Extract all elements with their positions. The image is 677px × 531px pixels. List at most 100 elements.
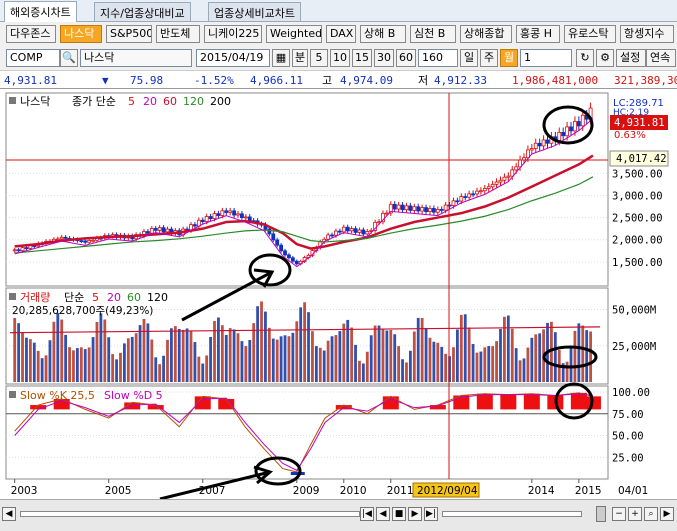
first-icon[interactable]: |◀ — [360, 507, 374, 521]
btn-60min[interactable]: 60 — [396, 49, 416, 67]
volume-bar — [491, 346, 495, 382]
btn-month[interactable]: 월 — [500, 49, 518, 67]
candle-body — [345, 226, 350, 232]
tab-index-compare[interactable]: 지수/업종상대비교 — [94, 2, 191, 21]
volume-bar — [217, 317, 220, 382]
volume-bar — [130, 336, 134, 382]
date-input[interactable]: 2015/04/19 — [196, 49, 270, 67]
scroll-right-icon[interactable]: ▶ — [660, 507, 674, 521]
btn-hongkong-h[interactable]: 홍콩 H — [516, 25, 560, 43]
stop-icon[interactable]: ■ — [392, 507, 406, 521]
ma-label: 종가 단순 — [72, 95, 116, 108]
volume-bar — [64, 334, 68, 382]
btn-weighted[interactable]: Weighted — [266, 25, 322, 43]
btn-sp500[interactable]: S&P500 — [106, 25, 152, 43]
zoom-handle[interactable] — [596, 506, 606, 522]
candle-body — [475, 190, 479, 195]
btn-semiconductor[interactable]: 반도체 — [156, 25, 200, 43]
btn-shanghai-composite[interactable]: 상해종합 — [460, 25, 512, 43]
zoom-track[interactable] — [442, 511, 582, 517]
volume-bar — [428, 337, 432, 382]
volume-bar — [201, 363, 205, 382]
scroll-track[interactable] — [20, 511, 360, 517]
ma-20: 20 — [143, 95, 157, 108]
btn-5min[interactable]: 5 — [310, 49, 328, 67]
volume-bar — [83, 349, 87, 382]
btn-10min[interactable]: 10 — [330, 49, 350, 67]
overbought-fill — [382, 396, 399, 410]
candle-body — [482, 188, 487, 192]
candle-body — [361, 229, 366, 235]
tab-sector-compare[interactable]: 업종상세비교차트 — [208, 2, 301, 21]
refresh-icon[interactable]: ↻ — [576, 49, 594, 67]
btn-day[interactable]: 일 — [460, 49, 478, 67]
candle-body — [443, 204, 448, 211]
candle-body — [494, 181, 499, 185]
candle-body — [204, 216, 209, 222]
vol-ma-20: 20 — [107, 291, 121, 304]
btn-minute[interactable]: 분 — [292, 49, 308, 67]
search-icon[interactable]: 🔍 — [60, 49, 78, 67]
settings-button[interactable]: 설정 — [616, 49, 646, 67]
step-input[interactable]: 1 — [520, 49, 572, 67]
candle-body — [55, 238, 60, 241]
count-input[interactable]: 160 — [418, 49, 458, 67]
btn-hangseng[interactable]: 항셍지수 — [620, 25, 674, 43]
next-icon[interactable]: ▶ — [408, 507, 422, 521]
high-label: 고 — [322, 74, 333, 87]
code-select[interactable]: COMP — [6, 49, 60, 67]
volume-bar — [330, 336, 334, 382]
volume-bar — [103, 319, 107, 382]
volume-bar — [13, 318, 17, 382]
ma-120: 120 — [183, 95, 204, 108]
volume-bar — [471, 343, 475, 382]
volume-bar — [365, 351, 369, 382]
btn-dax[interactable]: DAX — [326, 25, 356, 43]
btn-30min[interactable]: 30 — [374, 49, 394, 67]
volume-bar — [275, 339, 279, 382]
volume-bar — [60, 319, 64, 382]
volume-bar — [260, 301, 263, 382]
scroll-left-icon[interactable]: ◀ — [2, 507, 16, 521]
quote-high: 4,974.09 — [340, 74, 393, 87]
btn-shanghai-b[interactable]: 상해 B — [360, 25, 406, 43]
gear-icon[interactable]: ⚙ — [596, 49, 614, 67]
volume-bar — [487, 346, 491, 382]
candle-body — [435, 208, 440, 213]
prev-icon[interactable]: ◀ — [376, 507, 390, 521]
calendar-icon[interactable]: ▦ — [272, 49, 290, 67]
volume-bar — [565, 361, 569, 382]
y-tick-label: 2,500.00 — [612, 213, 663, 225]
volume-ma-label: 단순 — [64, 291, 84, 304]
last-icon[interactable]: ▶| — [424, 507, 438, 521]
volume-bar — [252, 323, 256, 382]
btn-week[interactable]: 주 — [480, 49, 498, 67]
crosshair-value: 4,017.42 — [616, 153, 667, 165]
volume-bar — [197, 356, 201, 382]
tab-overseas-chart[interactable]: 해외증시차트 — [4, 1, 77, 22]
volume-bar — [17, 323, 21, 382]
volume-bar — [224, 334, 228, 382]
continuous-button[interactable]: 연속 — [646, 49, 676, 67]
vol-ma-120: 120 — [147, 291, 168, 304]
volume-bar — [279, 336, 283, 382]
btn-nikkei[interactable]: 니케이225 — [204, 25, 262, 43]
btn-shenzhen-b[interactable]: 심천 B — [410, 25, 456, 43]
zoom-out-icon[interactable]: − — [612, 507, 626, 521]
volume-bar — [48, 340, 52, 382]
y-tick-label: 1,500.00 — [612, 257, 663, 269]
y-tick-label: 100.00 — [612, 387, 650, 399]
search-icon[interactable]: ⌕ — [644, 507, 658, 521]
btn-nasdaq[interactable]: 나스닥 — [60, 25, 102, 43]
volume-bar — [432, 341, 436, 382]
chart-area[interactable]: 3,500.00 3,000.00 2,500.00 2,000.00 1,500.00… — [0, 90, 677, 499]
volume-bar — [326, 340, 330, 382]
btn-15min[interactable]: 15 — [352, 49, 372, 67]
btn-dow[interactable]: 다우존스 — [6, 25, 56, 43]
volume-bar — [358, 360, 361, 382]
zoom-in-icon[interactable]: + — [628, 507, 642, 521]
btn-eurostoxx[interactable]: 유로스탁 — [564, 25, 616, 43]
volume-bar — [166, 339, 169, 382]
candle-body — [240, 213, 244, 218]
volume-bar — [342, 323, 346, 382]
